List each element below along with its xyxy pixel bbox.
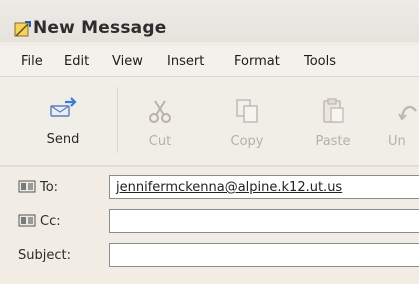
paste-button[interactable]: Paste bbox=[303, 97, 363, 157]
cut-label: Cut bbox=[148, 134, 172, 149]
to-row: To: jennifermckenna@alpine.k12.ut.us bbox=[0, 171, 419, 205]
send-label: Send bbox=[46, 132, 80, 147]
window-title: New Message bbox=[33, 18, 167, 38]
undo-label: Un bbox=[388, 134, 406, 149]
address-book-icon bbox=[18, 214, 36, 227]
subject-label: Subject: bbox=[18, 248, 71, 263]
compose-message-icon bbox=[14, 21, 31, 37]
menu-tools[interactable]: Tools bbox=[304, 54, 336, 69]
cc-button[interactable]: Cc: bbox=[18, 214, 61, 229]
toolbar: Send Cut Copy Paste Un bbox=[0, 77, 419, 167]
menu-insert[interactable]: Insert bbox=[167, 54, 204, 69]
paste-label: Paste bbox=[315, 134, 351, 149]
send-icon bbox=[50, 97, 77, 117]
menu-edit[interactable]: Edit bbox=[64, 54, 89, 69]
copy-button[interactable]: Copy bbox=[217, 97, 277, 157]
to-label: To: bbox=[40, 180, 59, 195]
undo-button[interactable]: Un bbox=[378, 97, 419, 157]
menu-file[interactable]: File bbox=[21, 54, 43, 69]
subject-row: Subject: bbox=[0, 239, 419, 273]
title-bar: New Message bbox=[0, 0, 419, 42]
copy-label: Copy bbox=[230, 134, 264, 149]
send-button[interactable]: Send bbox=[33, 95, 93, 155]
paste-icon bbox=[323, 98, 344, 123]
to-field[interactable]: jennifermckenna@alpine.k12.ut.us bbox=[109, 175, 419, 199]
menu-view[interactable]: View bbox=[112, 54, 143, 69]
to-button[interactable]: To: bbox=[18, 180, 58, 195]
toolbar-separator bbox=[117, 87, 118, 153]
scissors-icon bbox=[149, 100, 171, 123]
cc-field[interactable] bbox=[109, 209, 419, 233]
menu-format[interactable]: Format bbox=[234, 54, 280, 69]
copy-icon bbox=[236, 99, 258, 123]
undo-icon bbox=[398, 105, 417, 121]
menu-bar: File Edit View Insert Format Tools bbox=[0, 46, 419, 77]
subject-field[interactable] bbox=[109, 243, 419, 267]
cut-button[interactable]: Cut bbox=[130, 97, 190, 157]
to-recipient[interactable]: jennifermckenna@alpine.k12.ut.us bbox=[116, 180, 342, 195]
cc-row: Cc: bbox=[0, 205, 419, 239]
cc-label: Cc: bbox=[40, 214, 61, 229]
address-book-icon bbox=[18, 180, 36, 193]
